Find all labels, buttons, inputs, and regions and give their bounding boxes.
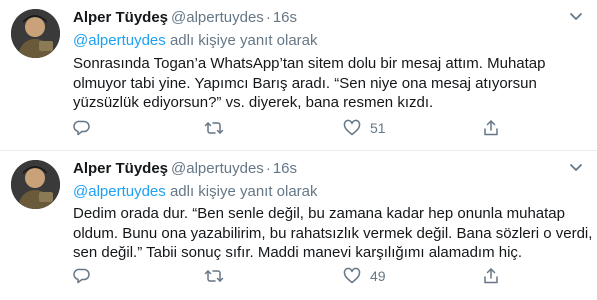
tweet-header: Alper Tüydeş @alpertuydes · 16s bbox=[73, 158, 557, 180]
avatar[interactable] bbox=[11, 160, 60, 209]
author-name[interactable]: Alper Tüydeş bbox=[73, 9, 168, 26]
reply-context: @alpertuydes adlı kişiye yanıt olarak bbox=[73, 182, 318, 202]
separator: · bbox=[265, 9, 271, 26]
retweet-button[interactable] bbox=[204, 267, 224, 285]
like-count: 51 bbox=[370, 120, 386, 136]
author-name[interactable]: Alper Tüydeş bbox=[73, 160, 168, 177]
reply-icon bbox=[73, 268, 90, 284]
chevron-down-icon[interactable] bbox=[569, 12, 583, 22]
share-button[interactable] bbox=[482, 119, 500, 137]
timestamp[interactable]: 16s bbox=[273, 9, 297, 26]
reply-context: @alpertuydes adlı kişiye yanıt olarak bbox=[73, 31, 318, 51]
reply-mention-link[interactable]: @alpertuydes bbox=[73, 183, 166, 200]
share-icon bbox=[484, 120, 498, 136]
like-button[interactable]: 51 bbox=[343, 119, 386, 137]
retweet-button[interactable] bbox=[204, 119, 224, 137]
reply-suffix: adlı kişiye yanıt olarak bbox=[169, 32, 318, 49]
like-count: 49 bbox=[370, 268, 386, 284]
heart-icon bbox=[343, 119, 361, 136]
like-button[interactable]: 49 bbox=[343, 267, 386, 285]
tweet-text: Sonrasında Togan’a WhatsApp’tan sitem do… bbox=[73, 55, 546, 111]
share-icon bbox=[484, 268, 498, 284]
heart-icon bbox=[343, 267, 361, 284]
author-handle[interactable]: @alpertuydes bbox=[171, 160, 264, 177]
retweet-icon bbox=[204, 270, 224, 282]
tweet-actions: 49 bbox=[73, 267, 513, 285]
separator: · bbox=[265, 160, 271, 177]
reply-mention-link[interactable]: @alpertuydes bbox=[73, 32, 166, 49]
tweet-actions: 51 bbox=[73, 119, 513, 137]
timestamp[interactable]: 16s bbox=[273, 160, 297, 177]
retweet-icon bbox=[204, 122, 224, 134]
author-handle[interactable]: @alpertuydes bbox=[171, 9, 264, 26]
chevron-down-icon[interactable] bbox=[569, 163, 583, 173]
reply-icon bbox=[73, 120, 90, 136]
reply-button[interactable] bbox=[73, 119, 91, 137]
tweet-text: Dedim orada dur. “Ben senle değil, bu za… bbox=[73, 205, 593, 261]
tweet[interactable]: Alper Tüydeş @alpertuydes · 16s @alpertuyde… bbox=[0, 151, 597, 300]
tweet-header: Alper Tüydeş @alpertuydes · 16s bbox=[73, 7, 557, 29]
reply-suffix: adlı kişiye yanıt olarak bbox=[169, 183, 318, 200]
reply-button[interactable] bbox=[73, 267, 91, 285]
share-button[interactable] bbox=[482, 267, 500, 285]
avatar[interactable] bbox=[11, 9, 60, 58]
tweet[interactable]: Alper Tüydeş @alpertuydes · 16s @alpertuyde… bbox=[0, 0, 597, 151]
